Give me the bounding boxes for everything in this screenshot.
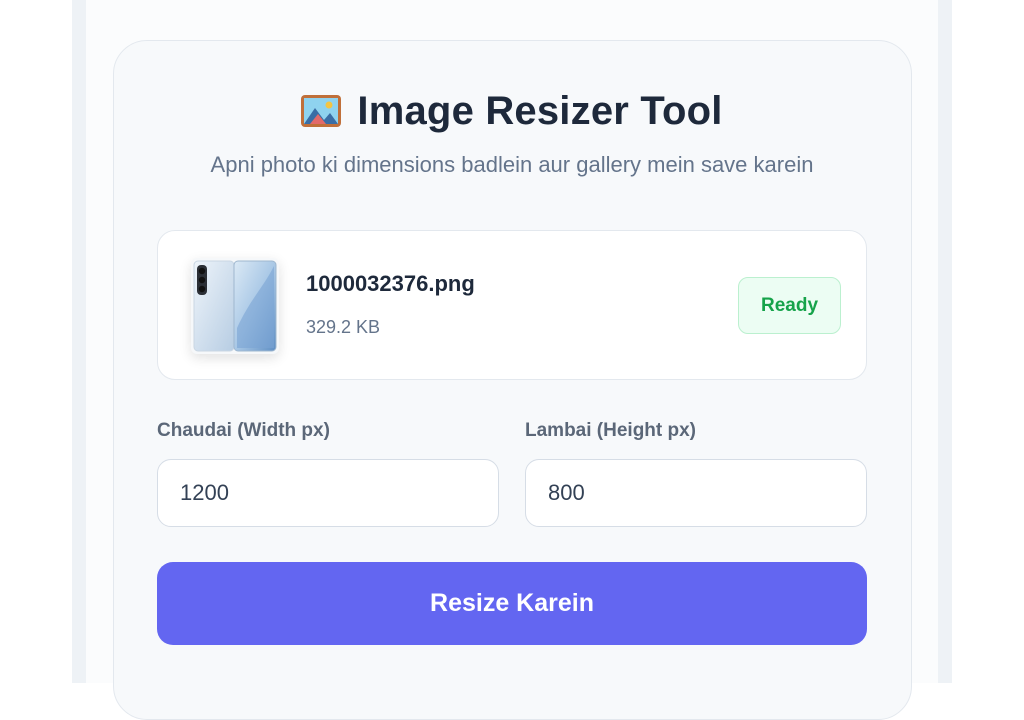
width-input[interactable] — [157, 459, 499, 527]
height-label: Lambai (Height px) — [525, 420, 697, 441]
height-input[interactable] — [525, 459, 867, 527]
file-size: 329.2 KB — [306, 317, 381, 337]
width-label: Chaudai (Width px) — [157, 420, 330, 441]
framed-picture-icon — [301, 95, 342, 127]
selected-file-card[interactable]: 1000032376.png 329.2 KB Ready — [157, 230, 867, 380]
title-row: Image Resizer Tool — [0, 86, 1024, 136]
status-badge: Ready — [738, 277, 841, 334]
page-title: Image Resizer Tool — [357, 88, 723, 133]
page-subtitle: Apni photo ki dimensions badlein aur gal… — [210, 152, 814, 177]
phone-image-thumbnail — [191, 258, 279, 354]
file-name: 1000032376.png — [306, 271, 475, 296]
resize-button[interactable]: Resize Karein — [157, 562, 867, 645]
